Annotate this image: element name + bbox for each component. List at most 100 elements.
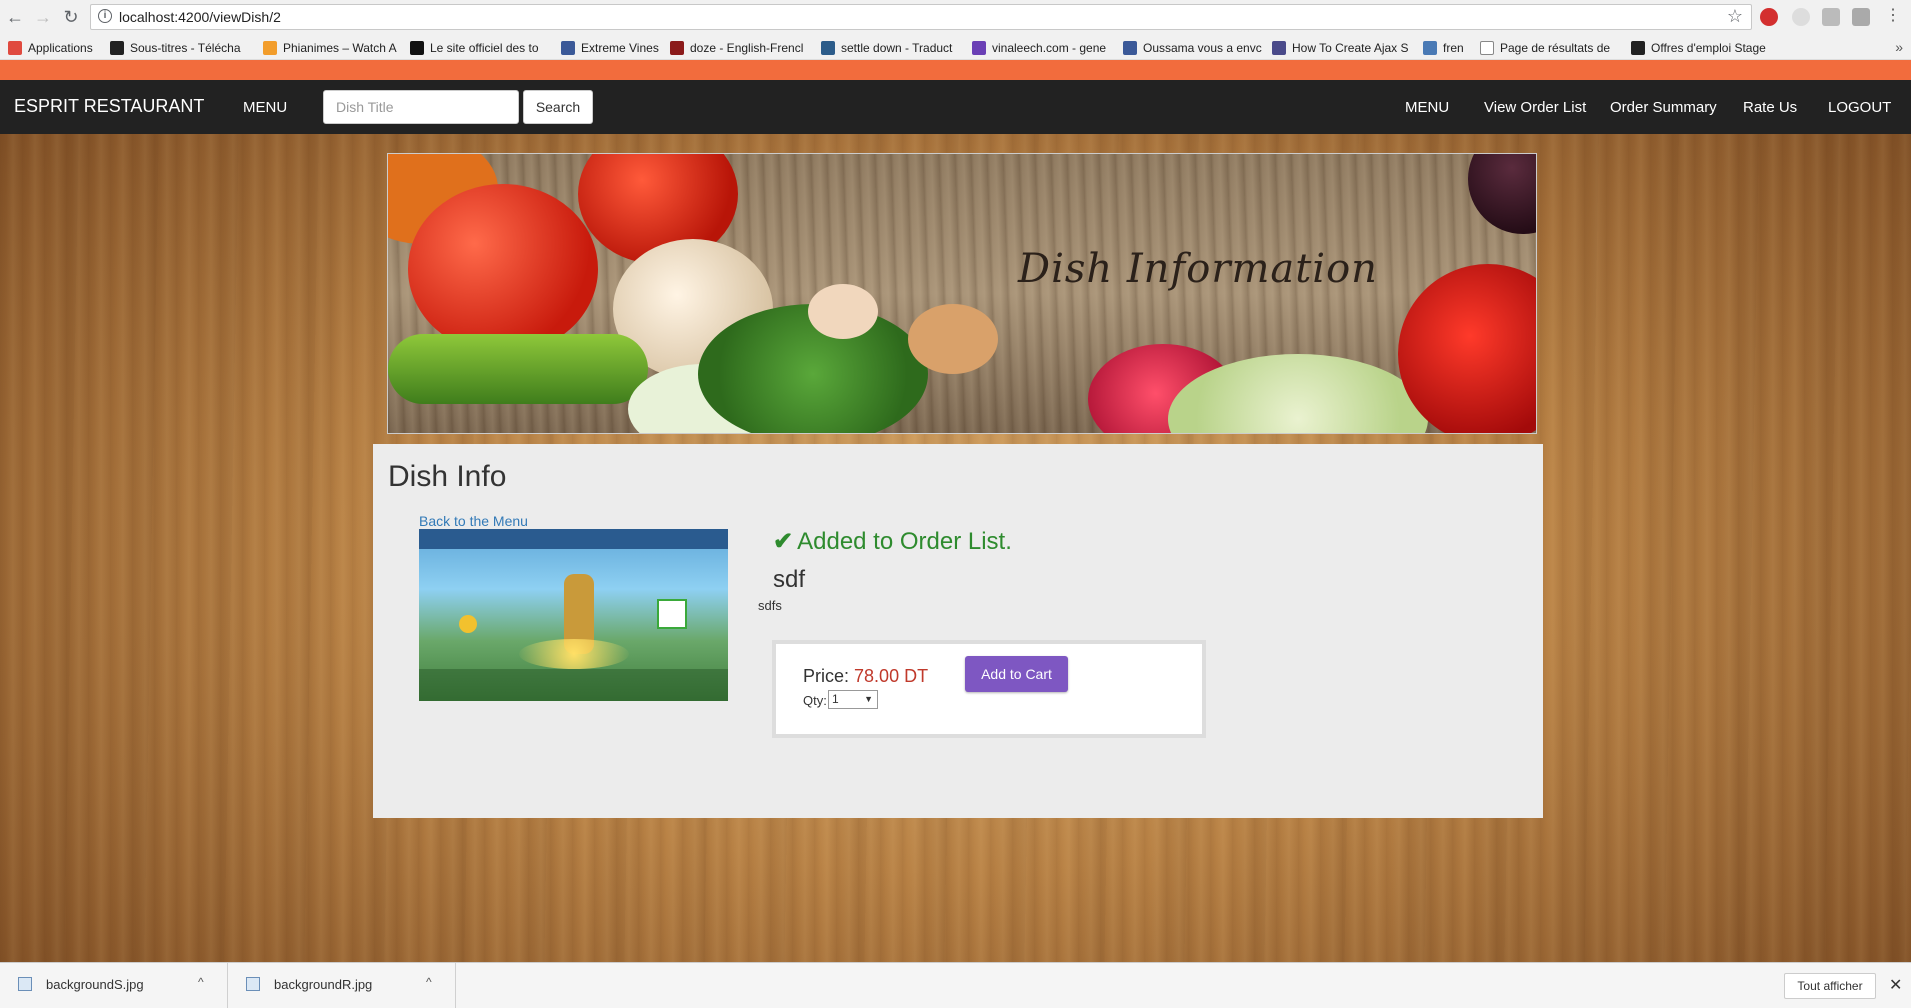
brand-title[interactable]: ESPRIT RESTAURANT — [14, 96, 204, 117]
bookmark-item[interactable]: Sous-titres - Télécha — [110, 39, 241, 57]
info-icon[interactable]: i — [98, 9, 112, 23]
reload-icon[interactable]: ↻ — [60, 6, 82, 28]
price-label: Price: — [803, 666, 850, 686]
bookmark-label: Page de résultats de — [1500, 41, 1611, 55]
nav-order-summary[interactable]: Order Summary — [1610, 99, 1717, 116]
checkmark-icon: ✔ — [773, 528, 794, 555]
vinaleech-favicon-icon — [972, 41, 986, 55]
dish-info-panel: Dish Info Back to the Menu ✔ Added to Ord… — [373, 444, 1543, 818]
success-text: Added to Order List. — [797, 528, 1012, 555]
image-file-icon — [18, 977, 32, 991]
nav-menu-left[interactable]: MENU — [243, 99, 287, 116]
qty-select[interactable]: 1 ▼ — [828, 690, 878, 709]
nav-view-order-list[interactable]: View Order List — [1484, 99, 1586, 116]
bookmark-star-icon[interactable]: ☆ — [1727, 6, 1743, 27]
adblock-icon[interactable] — [1760, 8, 1778, 26]
order-box: Price: 78.00 DT Add to Cart Qty: 1 ▼ — [772, 640, 1206, 738]
wr-favicon-icon — [670, 41, 684, 55]
page-icon — [1480, 41, 1494, 55]
fren-favicon-icon — [1423, 41, 1437, 55]
facebook-icon — [561, 41, 575, 55]
dish-name: sdf — [773, 566, 806, 593]
page-viewport: ESPRIT RESTAURANT MENU Search MENU View … — [0, 60, 1911, 962]
image-glow — [519, 639, 629, 669]
bookmark-item[interactable]: doze - English-Frencl — [670, 39, 803, 57]
url-text[interactable]: localhost:4200/viewDish/2 — [119, 9, 281, 25]
bookmark-label: fren — [1443, 41, 1464, 55]
image-badge — [657, 599, 687, 629]
image-coin — [459, 615, 477, 633]
pepper-shape — [1398, 264, 1536, 433]
bookmark-label: Oussama vous a envc — [1143, 41, 1262, 55]
close-icon[interactable]: ✕ — [1889, 975, 1902, 995]
translate-favicon-icon — [821, 41, 835, 55]
bookmark-label: How To Create Ajax S — [1292, 41, 1409, 55]
image-ground — [419, 669, 728, 701]
tomato-shape — [408, 184, 598, 354]
more-bookmarks-icon[interactable]: » — [1895, 39, 1903, 55]
download-filename: backgroundS.jpg — [46, 977, 144, 992]
browser-toolbar: ← → ↻ i localhost:4200/viewDish/2 ☆ ⋮ — [0, 0, 1911, 36]
bookmark-label: Extreme Vines — [581, 41, 659, 55]
bookmark-label: Applications — [28, 41, 93, 55]
bookmark-item[interactable]: fren — [1423, 39, 1464, 57]
chevron-up-icon[interactable]: ^ — [198, 975, 204, 989]
inbox-icon[interactable] — [1822, 8, 1840, 26]
download-item[interactable]: backgroundS.jpg ^ — [0, 963, 228, 1008]
oc-favicon-icon — [1631, 41, 1645, 55]
bookmark-label: settle down - Traduct — [841, 41, 953, 55]
banner-title: Dish Information — [1018, 246, 1378, 292]
image-file-icon — [246, 977, 260, 991]
bookmarks-bar: Applications Sous-titres - Télécha Phian… — [0, 36, 1911, 60]
accent-bar — [0, 60, 1911, 80]
navbar: ESPRIT RESTAURANT MENU Search MENU View … — [0, 80, 1911, 134]
bookmark-item[interactable]: Phianimes – Watch A — [263, 39, 397, 57]
forward-arrow-icon[interactable]: → — [32, 6, 54, 28]
bookmark-item[interactable]: Extreme Vines — [561, 39, 659, 57]
bookmark-item[interactable]: settle down - Traduct — [821, 39, 952, 57]
bookmark-label: Phianimes – Watch A — [283, 41, 397, 55]
dish-description: sdfs — [758, 598, 782, 613]
add-to-cart-button[interactable]: Add to Cart — [965, 656, 1068, 692]
show-all-button[interactable]: Tout afficher — [1784, 973, 1876, 999]
nav-menu[interactable]: MENU — [1405, 99, 1449, 116]
facebook-icon — [1123, 41, 1137, 55]
bookmark-item[interactable]: Le site officiel des to — [410, 39, 539, 57]
eggplant-shape — [1468, 154, 1536, 234]
os-favicon-icon — [110, 41, 124, 55]
bookmark-item[interactable]: Oussama vous a envc — [1123, 39, 1262, 57]
garlic-clove-shape — [808, 284, 878, 339]
bus-favicon-icon — [1272, 41, 1286, 55]
success-message: ✔ Added to Order List. — [773, 527, 1012, 556]
download-item[interactable]: backgroundR.jpg ^ — [228, 963, 456, 1008]
chevron-up-icon[interactable]: ^ — [426, 975, 432, 989]
extension-icon[interactable] — [1792, 8, 1810, 26]
go-favicon-icon — [263, 41, 277, 55]
back-to-menu-link[interactable]: Back to the Menu — [419, 513, 528, 529]
back-arrow-icon[interactable]: ← — [4, 6, 26, 28]
nav-rate-us[interactable]: Rate Us — [1743, 99, 1797, 116]
bookmark-item[interactable]: vinaleech.com - gene — [972, 39, 1106, 57]
bookmark-label: Offres d'emploi Stage — [1651, 41, 1766, 55]
bookmark-item[interactable]: How To Create Ajax S — [1272, 39, 1409, 57]
search-input[interactable] — [323, 90, 519, 124]
nav-logout[interactable]: LOGOUT — [1828, 99, 1891, 116]
address-bar[interactable]: i localhost:4200/viewDish/2 ☆ — [90, 4, 1752, 30]
bookmark-label: doze - English-Frencl — [690, 41, 804, 55]
image-hud-bar — [419, 529, 728, 549]
bookmark-label: vinaleech.com - gene — [992, 41, 1107, 55]
page-title: Dish Info — [388, 460, 507, 493]
download-icon[interactable] — [1852, 8, 1870, 26]
search-button[interactable]: Search — [523, 90, 593, 124]
qty-selected-value: 1 — [832, 692, 839, 706]
bookmark-item[interactable]: Applications — [8, 39, 93, 57]
bookmark-item[interactable]: Page de résultats de — [1480, 39, 1610, 57]
bookmark-item[interactable]: Offres d'emploi Stage — [1631, 39, 1766, 57]
banner-image: Dish Information — [387, 153, 1537, 434]
bookmark-label: Sous-titres - Télécha — [130, 41, 241, 55]
dropdown-arrow-icon: ▼ — [864, 694, 873, 704]
dish-image — [419, 529, 728, 701]
price-value: 78.00 DT — [854, 666, 929, 686]
more-menu-icon[interactable]: ⋮ — [1884, 8, 1902, 26]
shallot-shape — [908, 304, 998, 374]
